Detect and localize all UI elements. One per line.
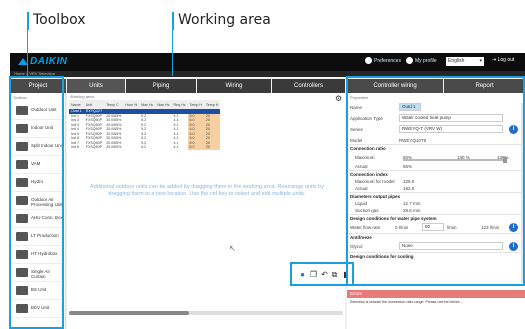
toolbox-callout-line <box>27 30 28 76</box>
table-cell <box>123 145 139 150</box>
table-cell: 4.1 <box>173 145 179 150</box>
column-header[interactable]: Req Hc <box>171 100 188 109</box>
table-cell: 20.0/65% <box>106 118 122 123</box>
errors-bar[interactable]: Errors <box>347 290 525 298</box>
table-cell: 20.0/65% <box>106 145 122 150</box>
bottom-toolbar-highlight <box>290 262 354 286</box>
tab-units[interactable]: Units <box>67 79 125 93</box>
toolbox-callout-label: Toolbox <box>33 12 86 28</box>
table-cell: 5.2 <box>141 145 147 150</box>
table-cell: 20.0/65% <box>106 136 122 141</box>
column-header[interactable]: Max Hc <box>139 100 156 109</box>
chevron-down-icon: ▾ <box>479 58 482 64</box>
working-area-callout-line <box>172 30 173 76</box>
table-cell: FXSQ50P <box>85 127 102 132</box>
my-profile-link[interactable]: My profile <box>415 58 437 64</box>
language-select[interactable]: English ▾ <box>446 57 484 66</box>
profile-icon[interactable] <box>406 57 413 64</box>
table-row[interactable]: Ind 8 FXSQ50P 20.0/65% 5.2 4.1 6.0 20 <box>69 145 221 150</box>
table-cell: Outd 1 <box>69 109 84 114</box>
properties-highlight <box>346 76 525 286</box>
working-area-heading: Working area <box>70 94 94 99</box>
toolbox-callout-marker <box>27 12 29 30</box>
table-cell: FXSQ50P <box>85 118 102 123</box>
working-area[interactable]: Working area ⚙ Name Unit Temp C Hum % Max Hc… <box>67 93 345 329</box>
preferences-gear-icon[interactable] <box>365 57 372 64</box>
logout-label: Log out <box>497 57 515 63</box>
column-header[interactable]: Unit <box>83 100 105 109</box>
tab-wiring[interactable]: Wiring <box>197 79 271 93</box>
working-area-callout-marker <box>172 12 174 30</box>
gear-icon[interactable]: ⚙ <box>335 94 342 103</box>
daikin-logo: DAIKIN <box>18 56 67 67</box>
toolbox-highlight <box>9 76 64 329</box>
table-cell: FXSQ50P <box>85 136 102 141</box>
table-cell: Ind 8 <box>71 145 79 150</box>
table-cell: 20 <box>203 145 221 150</box>
table-cell <box>155 145 171 150</box>
column-header[interactable]: Max Hc <box>155 100 172 109</box>
logo-text: DAIKIN <box>30 56 68 67</box>
tab-controllers[interactable]: Controllers <box>272 79 345 93</box>
screenshot-stage: Toolbox Working area DAIKIN Preferences … <box>0 0 525 329</box>
working-area-callout-label: Working area <box>178 12 271 28</box>
units-table: Name Unit Temp C Hum % Max Hc Max Hc Req Hc Tem… <box>69 100 221 150</box>
table-cell: 6.0 <box>187 145 204 150</box>
column-header[interactable]: Name <box>69 100 84 109</box>
scrollbar-thumb[interactable] <box>69 311 189 315</box>
error-message: Selection is outside the connection rati… <box>350 300 463 304</box>
column-header[interactable]: Temp H <box>203 100 221 109</box>
preferences-link[interactable]: Preferences <box>374 58 401 64</box>
table-cell: 20.0/65% <box>106 127 122 132</box>
column-header[interactable]: Temp C <box>104 100 124 109</box>
mouse-cursor-icon: ↖ <box>229 244 236 253</box>
top-bar: DAIKIN Preferences My profile English ▾ ⇥… <box>10 53 525 71</box>
column-header[interactable]: Hum % <box>123 100 140 109</box>
working-area-hint: Additional outdoor units can be added by… <box>90 184 324 197</box>
column-header[interactable]: Temp H <box>187 100 204 109</box>
table-cell: FXSQ50P <box>85 145 102 150</box>
horizontal-scrollbar[interactable] <box>69 311 343 315</box>
table-cell: RXYQ22T <box>83 109 105 114</box>
tab-piping[interactable]: Piping <box>126 79 196 93</box>
logout-button[interactable]: ⇥ Log out <box>492 57 514 63</box>
language-value: English <box>448 58 465 64</box>
